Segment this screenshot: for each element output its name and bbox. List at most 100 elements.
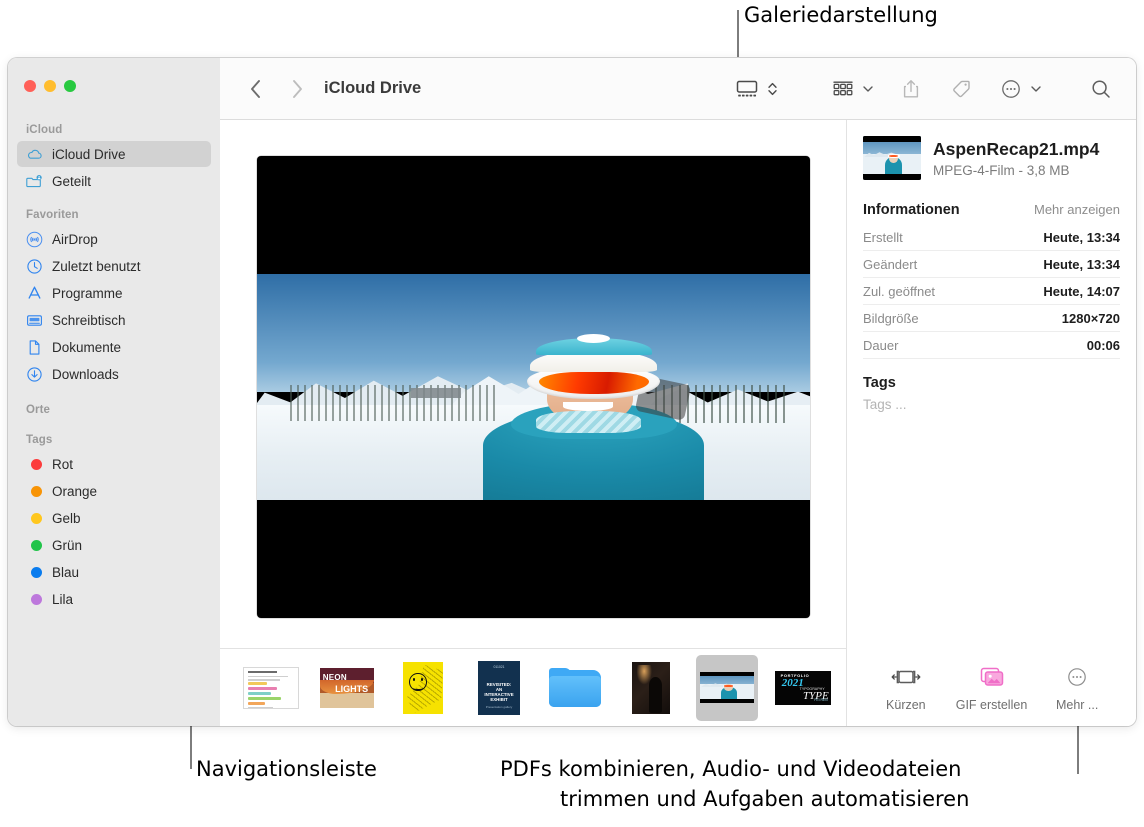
leader-line-gallery-view	[737, 10, 739, 57]
window-body: NEON LIGHTS	[220, 120, 1136, 726]
sidebar-section-orte: Orte	[8, 388, 220, 420]
sidebar-item-label: Rot	[52, 457, 73, 472]
clock-icon	[26, 258, 43, 275]
information-section-header: Informationen Mehr anzeigen	[863, 202, 1120, 218]
sidebar-item-tag-gelb[interactable]: Gelb	[17, 505, 211, 531]
tag-dot-icon	[26, 483, 43, 500]
quick-action-label: Mehr ...	[1056, 698, 1098, 712]
quick-action-kuerzen[interactable]: Kürzen	[863, 663, 949, 712]
close-button[interactable]	[24, 80, 36, 92]
more-circle-icon[interactable]	[994, 74, 1028, 104]
minimize-button[interactable]	[44, 80, 56, 92]
sidebar-item-tag-rot[interactable]: Rot	[17, 451, 211, 477]
trim-icon	[891, 663, 921, 691]
gallery-view-icon[interactable]	[730, 74, 764, 104]
shared-folder-icon	[26, 173, 43, 190]
sidebar-item-label: Zuletzt benutzt	[52, 259, 141, 274]
thumbnail-thank-you-poster[interactable]	[392, 655, 454, 721]
sidebar-item-airdrop[interactable]: AirDrop	[17, 226, 211, 252]
thumbnail-folder[interactable]	[544, 655, 606, 721]
file-header: AspenRecap21.mp4 MPEG-4-Film - 3,8 MB	[863, 136, 1120, 180]
sidebar-item-icloud-drive[interactable]: iCloud Drive	[17, 141, 211, 167]
tag-dot-icon	[26, 591, 43, 608]
downloads-icon	[26, 366, 43, 383]
sidebar-item-tag-gruen[interactable]: Grün	[17, 532, 211, 558]
info-key: Dauer	[863, 338, 898, 353]
annotation-quick-actions-line2: trimmen und Aufgaben automatisieren	[560, 786, 969, 813]
thumbnail-portfolio-2021-type[interactable]: PORTFOLIO 2021 TYPOGRAPHY TYPE FEI REN	[772, 655, 834, 721]
search-icon[interactable]	[1084, 74, 1118, 104]
annotation-quick-actions-line1: PDFs kombinieren, Audio- und Videodateie…	[500, 756, 961, 783]
sidebar-item-tag-blau[interactable]: Blau	[17, 559, 211, 585]
tags-input[interactable]: Tags ...	[863, 397, 1120, 412]
info-key: Erstellt	[863, 230, 903, 245]
quick-action-gif-erstellen[interactable]: GIF erstellen	[949, 663, 1035, 712]
sidebar-item-label: Grün	[52, 538, 82, 553]
video-preview[interactable]	[257, 156, 810, 618]
thumbnail-navy-exhibit-poster[interactable]: 011021 REVISITED:AN INTERACTIVEEXHIBIT P…	[468, 655, 530, 721]
sidebar-item-tag-lila[interactable]: Lila	[17, 586, 211, 612]
sidebar-item-schreibtisch[interactable]: Schreibtisch	[17, 307, 211, 333]
group-by-icon[interactable]	[826, 74, 860, 104]
more-circle-icon	[1066, 663, 1088, 691]
info-value: Heute, 13:34	[1043, 230, 1120, 245]
sidebar-item-label: Geteilt	[52, 174, 91, 189]
tags-section-title: Tags	[863, 375, 1120, 391]
tag-dot-icon	[26, 564, 43, 581]
preview-photo	[257, 274, 810, 500]
tag-icon[interactable]	[944, 74, 978, 104]
info-row-bildgroesse: Bildgröße 1280×720	[863, 305, 1120, 332]
quick-actions: Kürzen GIF erstelle	[863, 663, 1120, 726]
sidebar-item-tag-orange[interactable]: Orange	[17, 478, 211, 504]
info-key: Geändert	[863, 257, 917, 272]
sidebar: iCloud iCloud Drive	[8, 58, 220, 726]
more-chevron-down-icon[interactable]	[1028, 74, 1044, 104]
preview-area	[220, 120, 846, 648]
info-key: Bildgröße	[863, 311, 919, 326]
info-value: 00:06	[1087, 338, 1120, 353]
tag-dot-icon	[26, 510, 43, 527]
maximize-button[interactable]	[64, 80, 76, 92]
info-value: Heute, 13:34	[1043, 257, 1120, 272]
forward-button[interactable]	[282, 74, 312, 104]
sidebar-item-programme[interactable]: Programme	[17, 280, 211, 306]
view-options-chevron-icon[interactable]	[764, 74, 780, 104]
sidebar-item-label: AirDrop	[52, 232, 98, 247]
sidebar-item-label: Schreibtisch	[52, 313, 126, 328]
quick-action-mehr[interactable]: Mehr ...	[1034, 663, 1120, 712]
thumbnail-dark-silhouette-photo[interactable]	[620, 655, 682, 721]
info-row-zuletzt-geoeffnet: Zul. geöffnet Heute, 14:07	[863, 278, 1120, 305]
file-thumbnail	[863, 136, 921, 180]
thumbnail-document[interactable]	[240, 655, 302, 721]
video-frame	[257, 274, 810, 500]
sidebar-item-geteilt[interactable]: Geteilt	[17, 168, 211, 194]
quick-action-label: Kürzen	[886, 698, 926, 712]
sidebar-item-zuletzt-benutzt[interactable]: Zuletzt benutzt	[17, 253, 211, 279]
group-by-group	[826, 74, 876, 104]
sidebar-item-label: Downloads	[52, 367, 119, 382]
share-icon[interactable]	[894, 74, 928, 104]
show-more-link[interactable]: Mehr anzeigen	[1034, 202, 1120, 217]
navigation-bar-filmstrip[interactable]: NEON LIGHTS	[220, 648, 846, 726]
back-button[interactable]	[240, 74, 270, 104]
sidebar-list: iCloud iCloud Drive	[8, 58, 220, 612]
content-area: iCloud Drive	[220, 58, 1136, 726]
screenshot-root: Galeriedarstellung Navigationsleiste PDF…	[0, 0, 1144, 827]
sidebar-item-dokumente[interactable]: Dokumente	[17, 334, 211, 360]
desktop-icon	[26, 312, 43, 329]
window-controls	[24, 80, 76, 92]
more-actions-group	[994, 74, 1044, 104]
sidebar-item-label: Blau	[52, 565, 79, 580]
sidebar-section-favoriten: Favoriten	[8, 195, 220, 225]
finder-window: iCloud iCloud Drive	[8, 58, 1136, 726]
airdrop-icon	[26, 231, 43, 248]
annotation-navigation-bar: Navigationsleiste	[196, 756, 377, 783]
cloud-icon	[26, 146, 43, 163]
sidebar-section-tags: Tags	[8, 420, 220, 450]
sidebar-item-downloads[interactable]: Downloads	[17, 361, 211, 387]
thumbnail-aspen-video[interactable]	[696, 655, 758, 721]
sidebar-item-label: Gelb	[52, 511, 81, 526]
gallery-pane: NEON LIGHTS	[220, 120, 846, 726]
group-by-chevron-down-icon[interactable]	[860, 74, 876, 104]
thumbnail-neon-lights-poster[interactable]: NEON LIGHTS	[316, 655, 378, 721]
